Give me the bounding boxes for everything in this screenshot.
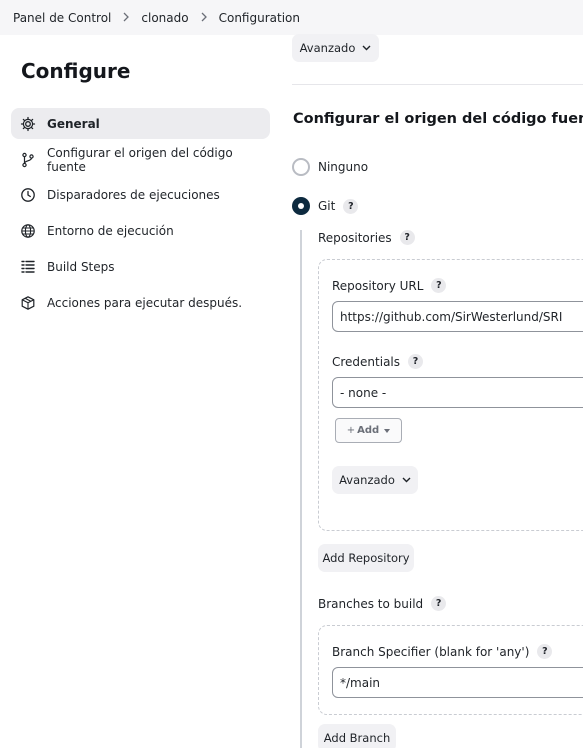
sidebar-item-label: Configurar el origen del código fuente xyxy=(47,145,233,174)
breadcrumb-separator-icon xyxy=(122,11,130,25)
sidebar-item-triggers[interactable]: Disparadores de ejecuciones xyxy=(11,179,270,210)
add-branch-label: Add Branch xyxy=(323,731,391,745)
add-credentials-button[interactable]: + Add xyxy=(335,418,402,443)
branch-specifier-label-text: Branch Specifier (blank for 'any') xyxy=(332,644,530,659)
globe-icon xyxy=(20,223,36,239)
add-repository-label: Add Repository xyxy=(322,551,410,565)
help-icon[interactable]: ? xyxy=(537,644,553,659)
sidebar-item-build-steps[interactable]: Build Steps xyxy=(11,251,270,282)
list-icon xyxy=(20,259,36,275)
add-branch-button[interactable]: Add Branch xyxy=(318,724,396,748)
help-icon[interactable]: ? xyxy=(399,230,415,245)
sidebar-item-general[interactable]: General xyxy=(11,108,270,139)
repository-advanced-button[interactable]: Avanzado xyxy=(332,466,418,494)
repository-url-input[interactable]: https://github.com/SirWesterlund/SRI xyxy=(332,301,583,332)
gear-icon xyxy=(20,116,36,132)
radio-button[interactable] xyxy=(292,158,310,176)
credentials-label-text: Credentials xyxy=(332,354,401,369)
breadcrumb-configuration[interactable]: Configuration xyxy=(219,11,300,25)
sidebar-item-source-code[interactable]: Configurar el origen del código fuente xyxy=(11,144,270,175)
branches-label: Branches to build ? xyxy=(318,596,447,611)
branches-label-text: Branches to build xyxy=(318,596,424,611)
sidebar-item-label: Disparadores de ejecuciones xyxy=(47,187,220,202)
branch-specifier-input[interactable]: */main xyxy=(332,667,583,698)
section-title: Configurar el origen del código fuente xyxy=(293,111,583,127)
advanced-label: Avanzado xyxy=(299,41,356,55)
breadcrumb-dashboard[interactable]: Panel de Control xyxy=(13,11,111,25)
repository-url-label: Repository URL ? xyxy=(332,278,447,293)
repositories-label-text: Repositories xyxy=(318,230,392,245)
radio-label: Git xyxy=(318,199,336,213)
sidebar-item-label: General xyxy=(47,116,100,131)
credentials-label: Credentials ? xyxy=(332,354,424,369)
sidebar-item-label: Acciones para ejecutar después. xyxy=(47,295,243,310)
divider xyxy=(292,84,583,85)
repository-url-label-text: Repository URL xyxy=(332,278,424,293)
branch-specifier-label: Branch Specifier (blank for 'any') ? xyxy=(332,644,553,659)
credentials-value: - none - xyxy=(340,385,387,400)
chevron-down-icon xyxy=(362,45,371,51)
advanced-button[interactable]: Avanzado xyxy=(292,34,379,62)
help-icon[interactable]: ? xyxy=(431,278,447,293)
sidebar-title: Configure xyxy=(21,59,131,83)
radio-none[interactable]: Ninguno xyxy=(292,158,368,176)
help-icon[interactable]: ? xyxy=(431,596,447,611)
advanced-label: Avanzado xyxy=(339,473,395,487)
help-icon[interactable]: ? xyxy=(408,354,424,369)
clock-icon xyxy=(20,187,36,203)
caret-down-icon xyxy=(384,428,391,433)
sidebar-item-label: Entorno de ejecución xyxy=(47,223,174,238)
repository-url-value: https://github.com/SirWesterlund/SRI xyxy=(340,309,563,324)
breadcrumb-separator-icon xyxy=(200,11,208,25)
branch-icon xyxy=(20,152,36,168)
help-icon[interactable]: ? xyxy=(343,198,359,214)
radio-git[interactable]: Git ? xyxy=(292,197,359,215)
add-repository-button[interactable]: Add Repository xyxy=(318,544,414,572)
breadcrumb: Panel de Control clonado Configuration xyxy=(0,0,583,35)
breadcrumb-job[interactable]: clonado xyxy=(141,11,188,25)
sidebar-item-post-build[interactable]: Acciones para ejecutar después. xyxy=(11,287,270,318)
add-label: Add xyxy=(357,425,380,436)
repositories-label: Repositories ? xyxy=(318,230,415,245)
chevron-down-icon xyxy=(402,477,411,483)
git-section-indent-line xyxy=(300,230,302,748)
package-icon xyxy=(20,295,36,311)
branch-specifier-value: */main xyxy=(340,675,381,690)
sidebar-item-label: Build Steps xyxy=(47,259,115,274)
plus-icon: + xyxy=(346,425,356,436)
radio-label: Ninguno xyxy=(318,160,369,174)
credentials-select[interactable]: - none - xyxy=(332,377,583,408)
sidebar-item-environment[interactable]: Entorno de ejecución xyxy=(11,215,270,246)
radio-button-checked[interactable] xyxy=(292,197,310,215)
